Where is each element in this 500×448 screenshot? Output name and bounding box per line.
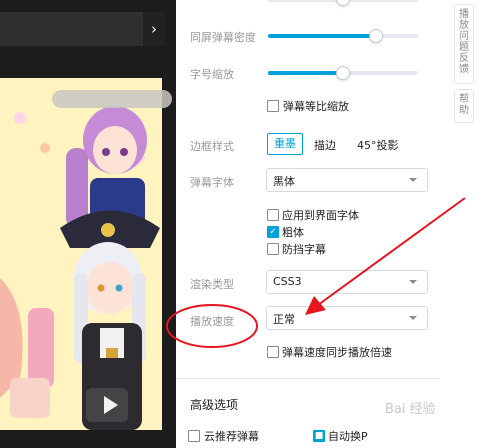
annotation-overlay xyxy=(166,197,466,348)
red-arrow-line xyxy=(317,197,466,306)
watermark: Bai 经验 xyxy=(385,402,436,417)
red-circle-annotation xyxy=(166,304,258,348)
red-arrow-head xyxy=(305,296,326,315)
